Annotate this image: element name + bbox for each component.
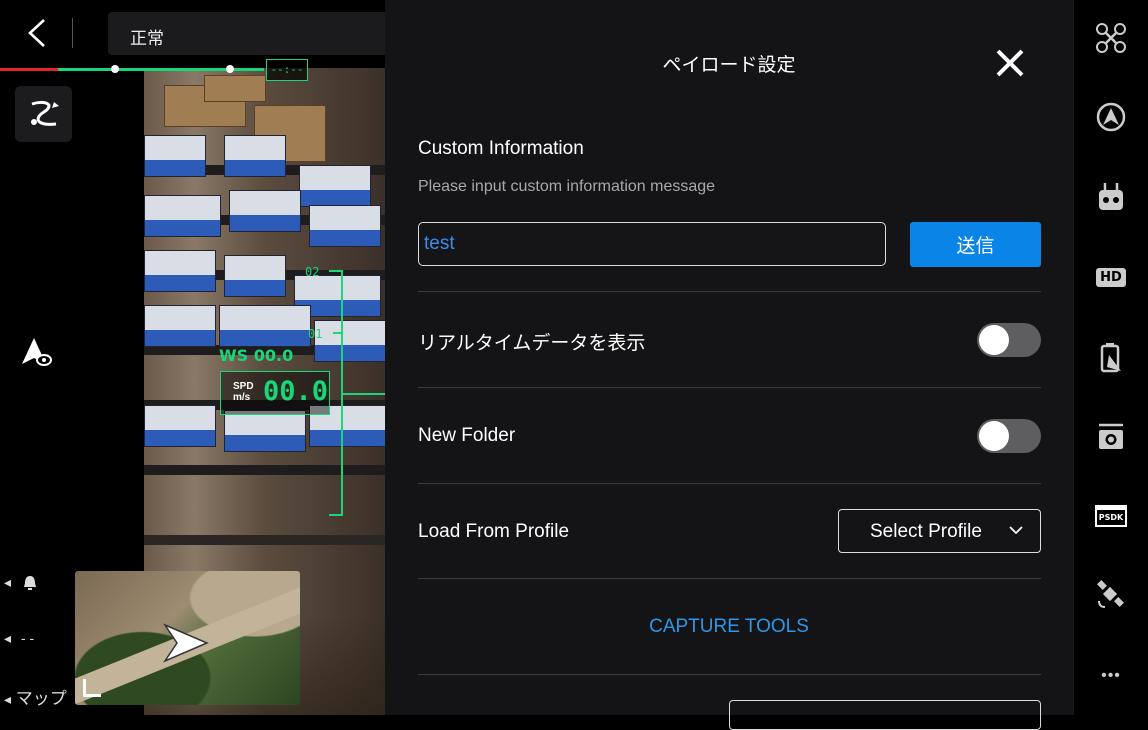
map-toggle-label: マップ bbox=[15, 689, 67, 708]
caret-left-icon: ◂ bbox=[4, 630, 12, 646]
rtk-satellite-icon bbox=[1097, 580, 1124, 608]
divider bbox=[418, 291, 1041, 292]
psdk-button[interactable]: PSDK bbox=[1094, 499, 1128, 533]
progress-red-segment bbox=[0, 68, 58, 71]
realtime-data-toggle[interactable] bbox=[977, 323, 1041, 357]
select-profile-value: Select Profile bbox=[870, 521, 982, 542]
load-profile-label: Load From Profile bbox=[418, 521, 570, 542]
aircraft-arrow-icon bbox=[163, 623, 209, 663]
speed-unit-label: SPD m/s bbox=[233, 381, 254, 403]
route-path-icon bbox=[30, 100, 59, 126]
drone-button[interactable] bbox=[1094, 21, 1128, 55]
caret-left-icon: ◂ bbox=[4, 691, 12, 707]
wind-speed-readout: WS 00.0 bbox=[219, 346, 294, 365]
alarm-indicator[interactable]: ◂ bbox=[4, 574, 39, 592]
speed-label: SPD bbox=[233, 381, 254, 392]
custom-info-label: Custom Information bbox=[418, 138, 584, 159]
drone-icon bbox=[1096, 23, 1126, 53]
dash-indicator[interactable]: ◂ - - bbox=[4, 630, 34, 647]
toggle-knob bbox=[979, 325, 1009, 355]
top-divider bbox=[72, 18, 73, 48]
battery-button[interactable] bbox=[1094, 340, 1128, 374]
speed-unit: m/s bbox=[233, 392, 251, 403]
speed-box: SPD m/s 00.0 bbox=[220, 371, 330, 415]
camera-icon bbox=[1099, 423, 1123, 449]
divider bbox=[418, 578, 1041, 579]
custom-info-hint: Please input custom information message bbox=[418, 178, 716, 195]
divider bbox=[418, 674, 1041, 675]
flight-status-text: 正常 bbox=[130, 29, 164, 48]
bell-icon bbox=[23, 576, 36, 591]
send-button[interactable]: 送信 bbox=[910, 222, 1041, 267]
back-button[interactable] bbox=[22, 16, 52, 50]
navigation-eye-icon[interactable] bbox=[20, 336, 54, 370]
more-icon: ••• bbox=[1101, 667, 1121, 684]
realtime-data-label: リアルタイムデータを表示 bbox=[418, 333, 646, 354]
psdk-icon: PSDK bbox=[1094, 505, 1128, 527]
progress-dot bbox=[226, 65, 234, 73]
close-icon bbox=[996, 49, 1024, 77]
progress-time-label: --:-- bbox=[266, 59, 308, 81]
remote-controller-icon bbox=[1099, 183, 1123, 210]
panel-title: ペイロード設定 bbox=[662, 55, 796, 76]
flight-mode-button[interactable] bbox=[1094, 100, 1128, 134]
map-toggle[interactable]: ◂ マップ bbox=[4, 684, 67, 709]
partial-control-box[interactable] bbox=[729, 700, 1041, 730]
capture-tools-link[interactable]: CAPTURE TOOLS bbox=[385, 616, 1073, 638]
select-profile-dropdown[interactable]: Select Profile bbox=[838, 509, 1041, 553]
flight-mode-icon bbox=[1096, 102, 1126, 132]
right-toolbar: HD PSDK ••• bbox=[1073, 0, 1148, 715]
divider bbox=[418, 483, 1041, 484]
hd-button[interactable]: HD bbox=[1094, 260, 1128, 294]
chevron-down-icon bbox=[1009, 526, 1023, 535]
new-folder-toggle[interactable] bbox=[977, 419, 1041, 453]
top-bar: 正常 bbox=[0, 0, 385, 68]
flight-status-box[interactable]: 正常 bbox=[108, 12, 385, 55]
altitude-tick-02: 02 bbox=[305, 265, 320, 279]
altitude-tick-01: 01 bbox=[308, 327, 323, 341]
custom-info-input[interactable] bbox=[418, 222, 886, 266]
more-button[interactable]: ••• bbox=[1094, 659, 1128, 693]
camera-button[interactable] bbox=[1094, 420, 1128, 454]
remote-controller-button[interactable] bbox=[1094, 180, 1128, 214]
hud-center-line bbox=[341, 393, 385, 395]
mission-progress-line: --:-- bbox=[0, 59, 385, 81]
speed-value: 00.0 bbox=[263, 376, 329, 407]
progress-dot bbox=[111, 65, 119, 73]
new-folder-label: New Folder bbox=[418, 425, 516, 446]
hd-icon: HD bbox=[1096, 267, 1126, 287]
caret-left-icon: ◂ bbox=[4, 574, 12, 590]
chevron-left-icon bbox=[28, 19, 45, 47]
battery-icon bbox=[1100, 343, 1121, 373]
close-button[interactable] bbox=[993, 46, 1027, 80]
divider bbox=[418, 387, 1041, 388]
dash-indicator-text: - - bbox=[20, 630, 35, 646]
waypoint-route-button[interactable] bbox=[15, 86, 72, 142]
payload-settings-panel: ペイロード設定 Custom Information Please input … bbox=[385, 0, 1073, 730]
minimap[interactable] bbox=[75, 571, 300, 705]
toggle-knob bbox=[979, 421, 1009, 451]
rtk-button[interactable] bbox=[1094, 578, 1128, 612]
expand-corner-icon[interactable] bbox=[83, 679, 101, 697]
